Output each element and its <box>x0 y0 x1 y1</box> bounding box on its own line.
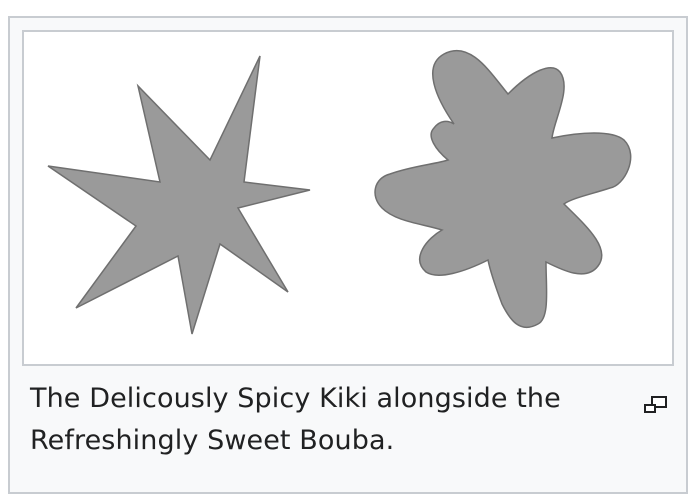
figure-thumbnail: The Delicously Spicy Kiki alongside the … <box>8 16 688 494</box>
kiki-shape <box>47 55 311 335</box>
magnify-clip-icon[interactable] <box>642 394 670 418</box>
kiki-bouba-illustration <box>47 49 632 335</box>
figure-image[interactable] <box>22 30 674 366</box>
bouba-shape <box>374 49 632 329</box>
figure-caption: The Delicously Spicy Kiki alongside the … <box>30 383 561 456</box>
